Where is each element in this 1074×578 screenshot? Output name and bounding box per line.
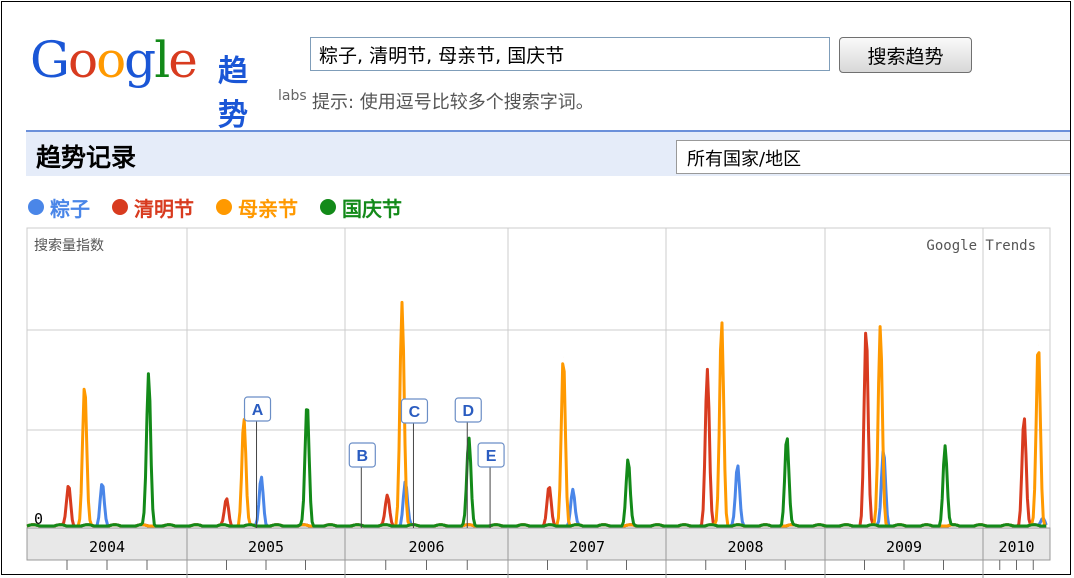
source-label: Google Trends (926, 238, 1036, 254)
chart-grid (26, 227, 1051, 529)
chart-axis: 2004 2005 2006 2007 2008 2009 2010 (26, 527, 1051, 578)
x-tick-label: 2010 (998, 538, 1034, 556)
x-tick-label: 2006 (408, 538, 444, 556)
y-tick-label: 0 (34, 510, 43, 528)
annotation-label: B (357, 448, 369, 465)
annotation-label: E (486, 448, 497, 465)
annotation-label: D (462, 403, 474, 420)
x-tick-label: 2004 (89, 538, 125, 556)
annotation-label: A (252, 402, 264, 419)
x-tick-label: 2008 (727, 538, 763, 556)
y-axis-label: 搜索量指数 (34, 237, 104, 254)
annotation-label: C (409, 404, 421, 421)
x-tick-label: 2005 (248, 538, 284, 556)
trend-chart: 2004 2005 2006 2007 2008 2009 2010 A B C D E 搜索量指数… (26, 227, 1051, 578)
plot-area (26, 227, 1051, 529)
x-tick-label: 2007 (569, 538, 605, 556)
x-tick-label: 2009 (886, 538, 922, 556)
